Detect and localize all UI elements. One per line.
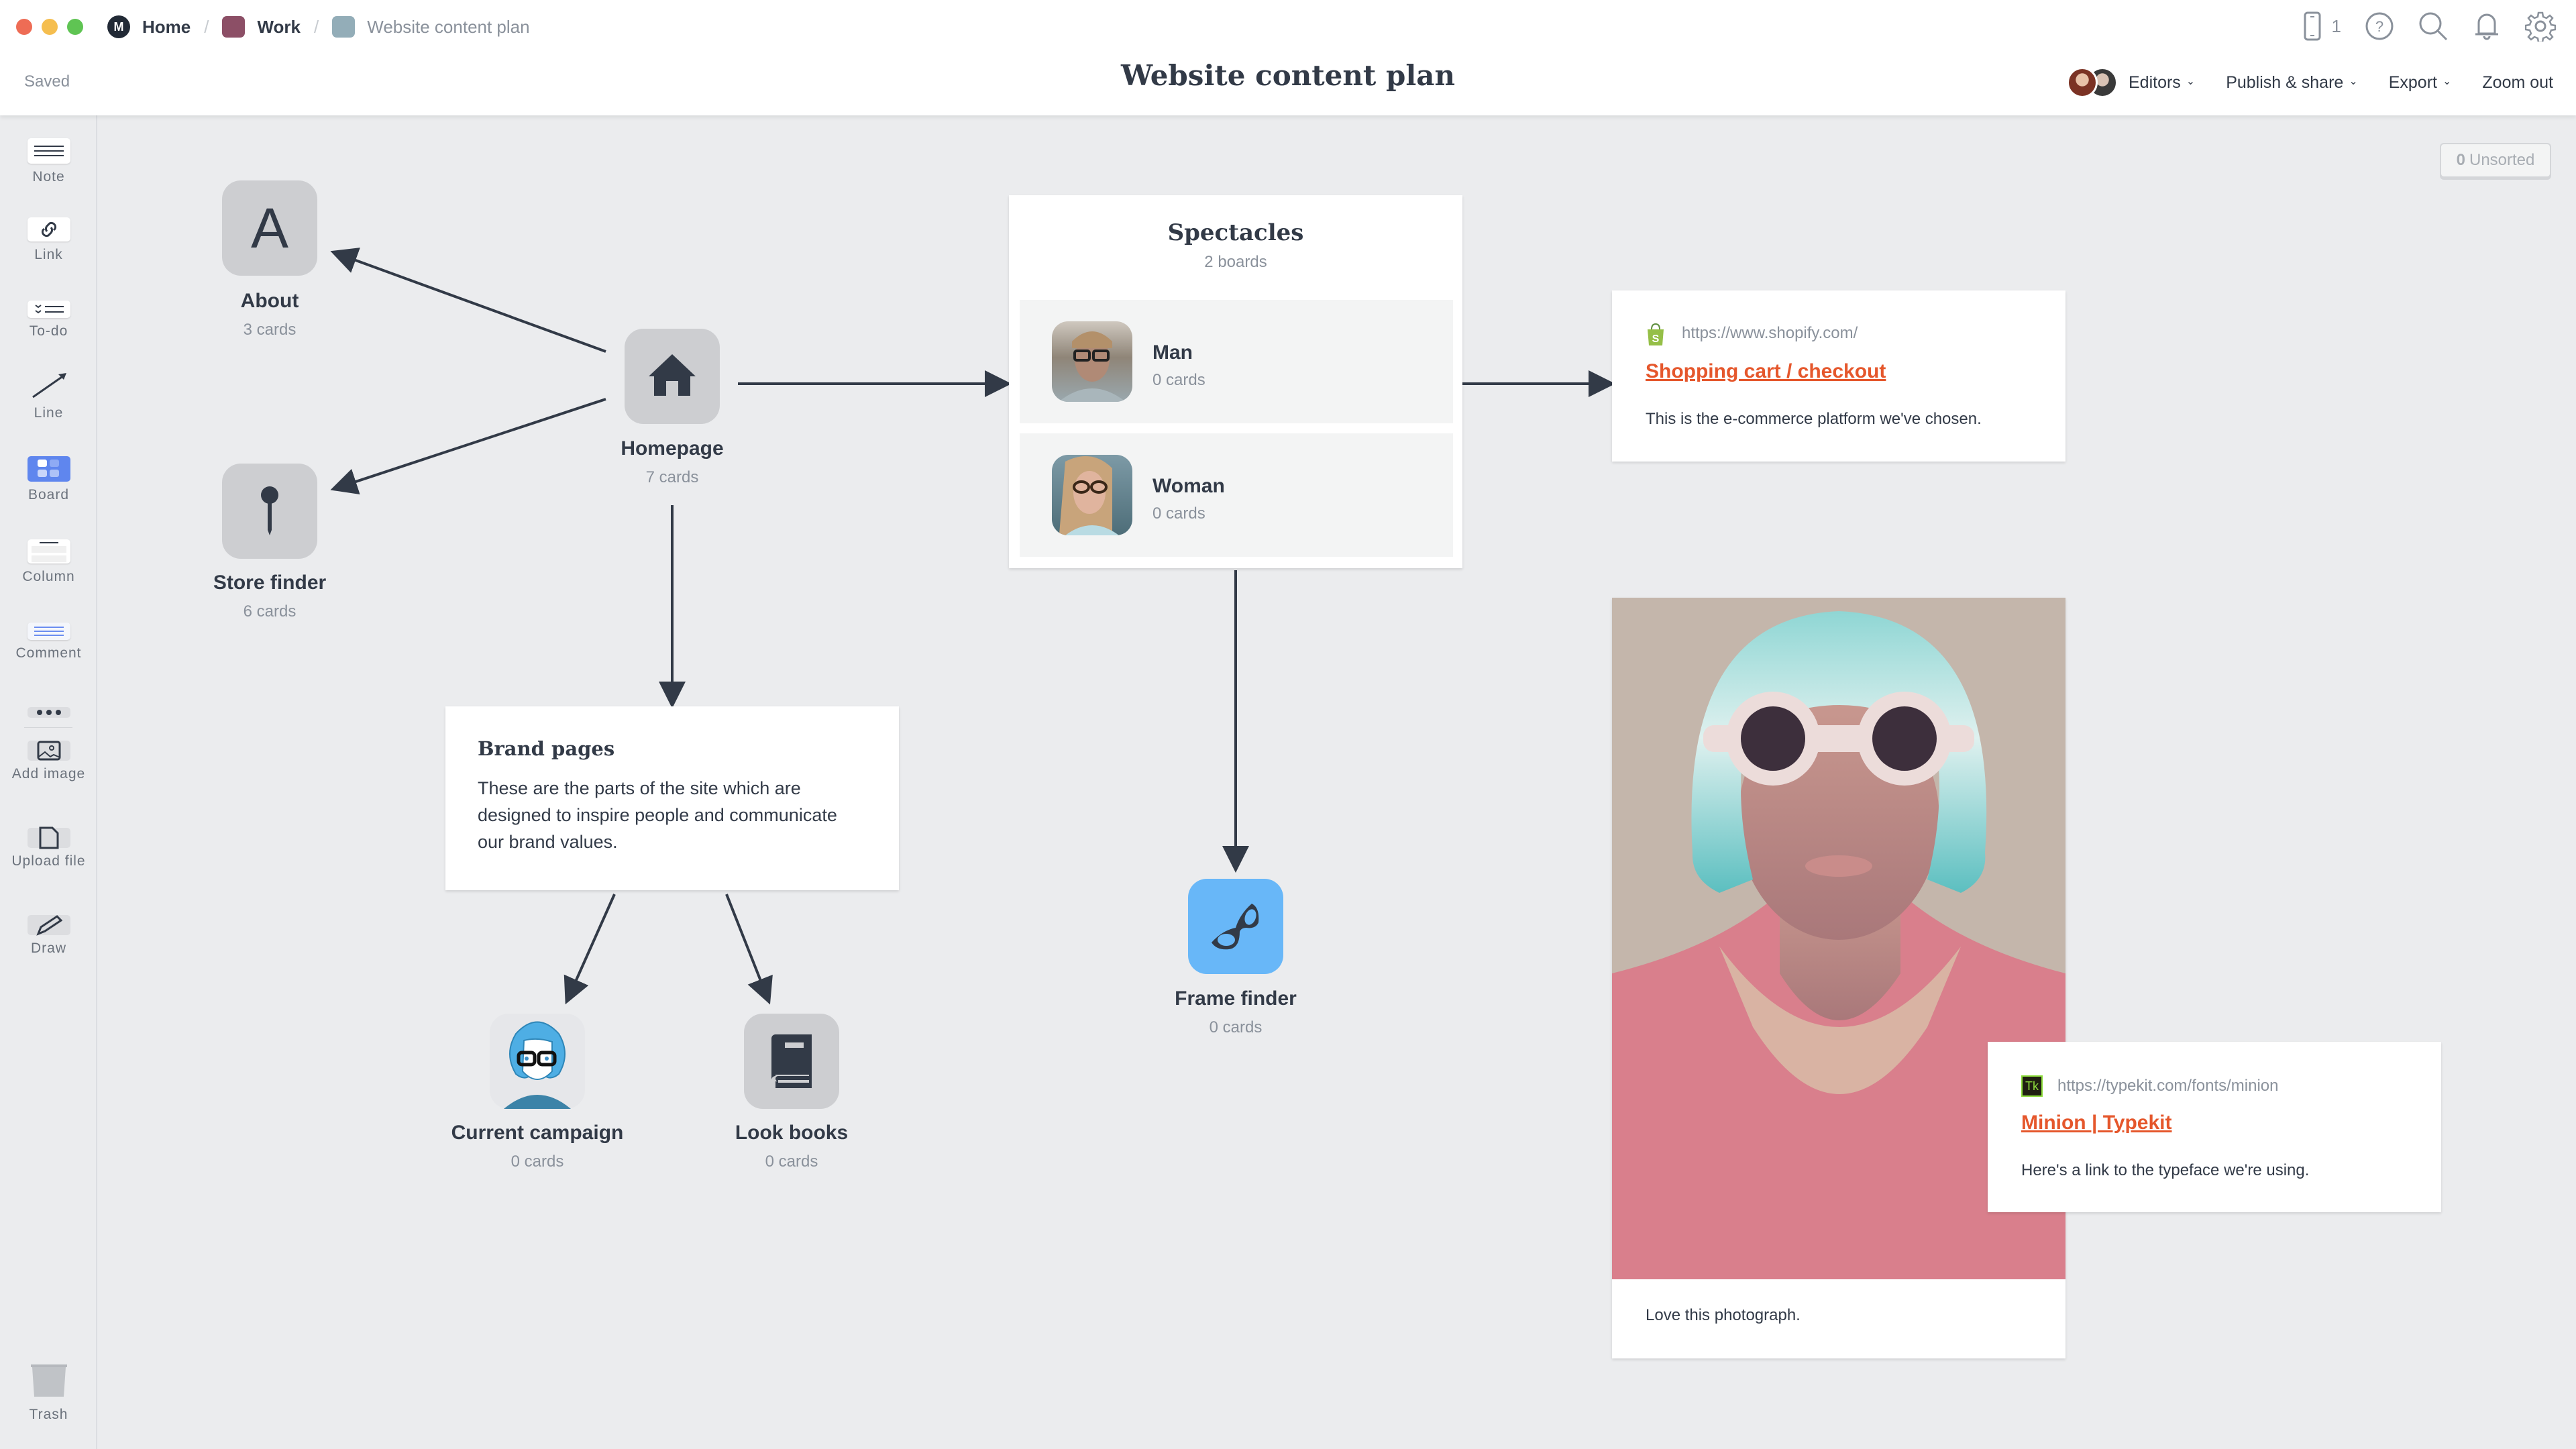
image-caption: Love this photograph. bbox=[1646, 1306, 1801, 1324]
chevron-down-icon: ⌄ bbox=[2186, 76, 2196, 87]
board-about[interactable]: A bbox=[222, 180, 317, 276]
link-url: https://www.shopify.com/ bbox=[1682, 324, 1858, 342]
board-woman[interactable]: Woman 0 cards bbox=[1020, 433, 1453, 557]
board-man[interactable]: Man 0 cards bbox=[1020, 300, 1453, 423]
notification-bell-icon[interactable] bbox=[2471, 11, 2502, 42]
link-card-shopify[interactable]: S https://www.shopify.com/ Shopping cart… bbox=[1612, 290, 2065, 462]
link-title[interactable]: Shopping cart / checkout bbox=[1646, 360, 1886, 383]
maximize-window-button[interactable] bbox=[67, 19, 83, 35]
nerd-girl-avatar-icon bbox=[504, 1021, 571, 1109]
app-header: M Home / Work / Website content plan Sav… bbox=[0, 0, 2576, 115]
link-description: Here's a link to the typeface we're usin… bbox=[2021, 1161, 2310, 1179]
publish-share-dropdown[interactable]: Publish & share ⌄ bbox=[2226, 73, 2358, 93]
typekit-logo-icon: Tk bbox=[2021, 1075, 2043, 1097]
top-icon-bar: 1 ? bbox=[2297, 11, 2556, 42]
search-icon[interactable] bbox=[2418, 11, 2449, 42]
canvas[interactable]: 0 Unsorted A About 3 cards Store finder 6… bbox=[0, 0, 2576, 1449]
breadcrumb: M Home / Work / Website content plan bbox=[107, 13, 530, 40]
board-current-campaign[interactable] bbox=[490, 1014, 585, 1109]
breadcrumb-work[interactable]: Work bbox=[222, 16, 301, 38]
board-color-icon bbox=[222, 16, 246, 38]
board-homepage[interactable] bbox=[625, 329, 720, 424]
window-controls bbox=[16, 19, 83, 35]
editor-avatars bbox=[2066, 67, 2118, 98]
board-title[interactable]: Look books bbox=[735, 1122, 848, 1144]
link-card-typekit[interactable]: Tk https://typekit.com/fonts/minion Mini… bbox=[1988, 1042, 2441, 1212]
image-card[interactable]: Love this photograph. bbox=[1612, 598, 2065, 1358]
note-brand-pages[interactable]: Brand pages These are the parts of the s… bbox=[445, 706, 899, 890]
editors-dropdown[interactable]: Editors ⌄ bbox=[2129, 73, 2195, 93]
pushpin-icon bbox=[261, 486, 278, 535]
board-look-books[interactable] bbox=[744, 1014, 839, 1109]
settings-gear-icon[interactable] bbox=[2525, 11, 2556, 42]
home-icon bbox=[649, 354, 696, 396]
chevron-down-icon: ⌄ bbox=[2349, 76, 2358, 87]
chevron-down-icon: ⌄ bbox=[2442, 76, 2452, 87]
avatar bbox=[2066, 67, 2098, 98]
board-spectacles[interactable]: Spectacles 2 boards Man 0 cards Woman 0 … bbox=[1009, 195, 1462, 568]
board-title[interactable]: Homepage bbox=[621, 437, 723, 460]
device-count: 1 bbox=[2331, 15, 2341, 36]
link-description: This is the e-commerce platform we've ch… bbox=[1646, 410, 1982, 428]
card-count: 0 cards bbox=[1209, 1018, 1263, 1036]
breadcrumb-home[interactable]: M Home bbox=[107, 15, 191, 38]
unsorted-button[interactable]: 0 Unsorted bbox=[2440, 143, 2551, 178]
letter-a-icon: A bbox=[250, 196, 289, 260]
note-title: Brand pages bbox=[478, 737, 615, 760]
board-color-icon bbox=[332, 16, 356, 38]
board-frame-finder[interactable] bbox=[1188, 879, 1283, 974]
board-store-finder[interactable] bbox=[222, 464, 317, 559]
breadcrumb-separator: / bbox=[204, 16, 209, 37]
woman-thumbnail bbox=[1052, 455, 1132, 535]
close-window-button[interactable] bbox=[16, 19, 32, 35]
link-url: https://typekit.com/fonts/minion bbox=[2057, 1077, 2279, 1095]
mobile-device-icon[interactable] bbox=[2297, 11, 2328, 42]
zoom-out-button[interactable]: Zoom out bbox=[2482, 73, 2553, 93]
man-thumbnail bbox=[1052, 321, 1132, 402]
editors-menu[interactable] bbox=[2066, 67, 2118, 98]
card-count: 3 cards bbox=[243, 321, 297, 339]
svg-text:S: S bbox=[1652, 333, 1660, 345]
minimize-window-button[interactable] bbox=[42, 19, 58, 35]
card-count: 7 cards bbox=[645, 468, 699, 486]
book-icon bbox=[771, 1034, 812, 1088]
board-title[interactable]: Store finder bbox=[213, 572, 326, 594]
svg-text:?: ? bbox=[2375, 18, 2383, 35]
export-dropdown[interactable]: Export ⌄ bbox=[2389, 73, 2452, 93]
glasses-icon bbox=[1212, 904, 1259, 950]
help-icon[interactable]: ? bbox=[2364, 11, 2395, 42]
milanote-logo-icon: M bbox=[107, 15, 130, 38]
card-count: 0 cards bbox=[511, 1152, 564, 1171]
note-body: These are the parts of the site which ar… bbox=[478, 778, 837, 852]
card-count: 6 cards bbox=[243, 602, 297, 621]
board-title[interactable]: Frame finder bbox=[1175, 987, 1297, 1010]
link-title[interactable]: Minion | Typekit bbox=[2021, 1112, 2172, 1134]
header-menu: Editors ⌄ Publish & share ⌄ Export ⌄ Zoom o… bbox=[2066, 67, 2553, 98]
board-count: 2 boards bbox=[1204, 253, 1267, 271]
board-title: Spectacles bbox=[1167, 219, 1304, 246]
board-title[interactable]: Current campaign bbox=[451, 1122, 624, 1144]
breadcrumb-separator: / bbox=[314, 16, 319, 37]
board-title[interactable]: About bbox=[241, 290, 299, 313]
shopify-bag-icon: S bbox=[1648, 323, 1664, 345]
card-count: 0 cards bbox=[765, 1152, 818, 1171]
breadcrumb-current[interactable]: Website content plan bbox=[332, 16, 530, 38]
